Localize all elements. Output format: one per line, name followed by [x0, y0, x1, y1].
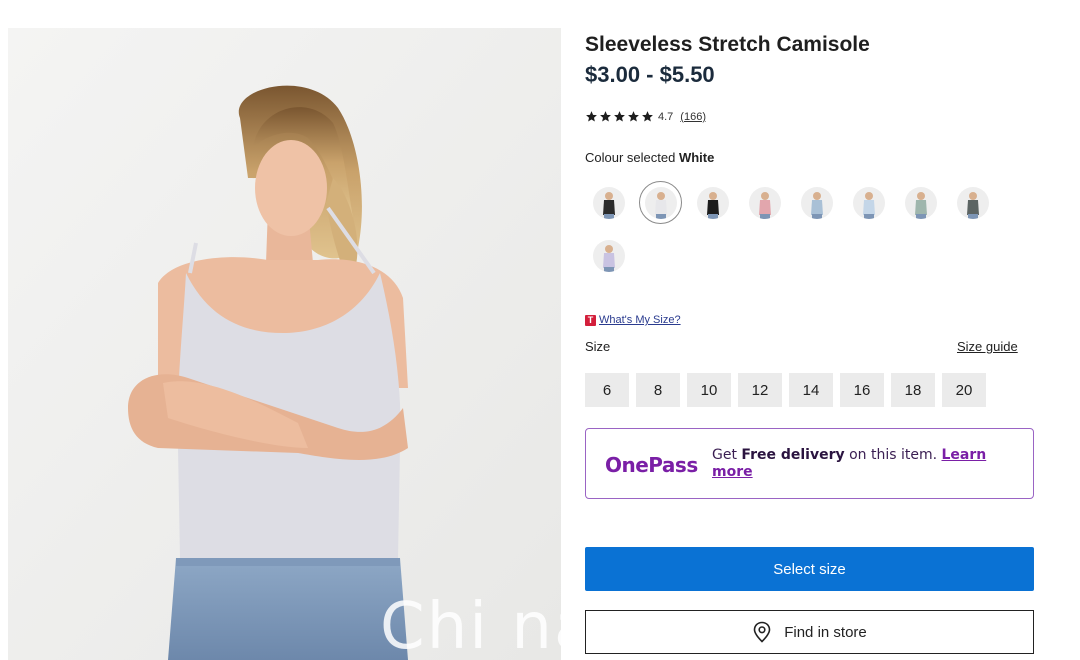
colour-label: Colour selected — [585, 150, 676, 165]
star-icon — [600, 111, 611, 122]
swatch-thumbnail — [748, 186, 781, 219]
watermark-text: Chi na — [380, 590, 596, 660]
colour-swatch-lilac[interactable] — [587, 234, 630, 277]
swatch-thumbnail — [800, 186, 833, 219]
size-options: 6 8 10 12 14 16 18 20 — [585, 373, 986, 407]
colour-swatch-pale-blue[interactable] — [847, 181, 890, 224]
size-option-8[interactable]: 8 — [636, 373, 680, 407]
rating-value: 4.7 — [658, 110, 674, 123]
product-details: Sleeveless Stretch Camisole $3.00 - $5.5… — [585, 0, 1035, 660]
model-illustration — [8, 28, 561, 660]
size-option-14[interactable]: 14 — [789, 373, 833, 407]
size-option-18[interactable]: 18 — [891, 373, 935, 407]
product-title: Sleeveless Stretch Camisole — [585, 33, 870, 56]
onepass-message: Get Free delivery on this item. Learn mo… — [712, 447, 1012, 481]
size-option-10[interactable]: 10 — [687, 373, 731, 407]
colour-swatch-sage[interactable] — [899, 181, 942, 224]
select-size-button[interactable]: Select size — [585, 547, 1034, 591]
swatch-thumbnail — [852, 186, 885, 219]
size-option-20[interactable]: 20 — [942, 373, 986, 407]
size-label: Size — [585, 339, 611, 354]
colour-swatch-white[interactable] — [639, 181, 682, 224]
onepass-text-bold: Free delivery — [741, 447, 845, 463]
colour-swatch-pink[interactable] — [743, 181, 786, 224]
location-pin-icon — [753, 621, 771, 643]
rating-row: 4.7 (166) — [585, 110, 706, 123]
swatch-thumbnail — [904, 186, 937, 219]
size-option-12[interactable]: 12 — [738, 373, 782, 407]
truefit-logo-icon: T — [585, 314, 596, 326]
swatch-thumbnail — [592, 239, 625, 272]
onepass-text-after: on this item. — [849, 447, 938, 463]
star-icon — [586, 111, 597, 122]
swatch-thumbnail — [956, 186, 989, 219]
colour-swatch-black[interactable] — [691, 181, 734, 224]
size-option-16[interactable]: 16 — [840, 373, 884, 407]
product-price: $3.00 - $5.50 — [585, 62, 715, 87]
star-icon — [614, 111, 625, 122]
colour-swatch-charcoal[interactable] — [951, 181, 994, 224]
colour-swatch-black-print[interactable] — [587, 181, 630, 224]
onepass-logo: OnePass — [605, 453, 698, 477]
size-guide-link[interactable]: Size guide — [957, 339, 1018, 354]
colour-swatch-light-blue[interactable] — [795, 181, 838, 224]
select-size-label: Select size — [773, 560, 846, 578]
swatch-thumbnail — [592, 186, 625, 219]
onepass-text-before: Get — [712, 447, 737, 463]
product-image[interactable] — [8, 28, 561, 660]
colour-selected-label: Colour selected White — [585, 150, 714, 165]
star-icon — [642, 111, 653, 122]
find-in-store-button[interactable]: Find in store — [585, 610, 1034, 654]
star-icon — [628, 111, 639, 122]
swatch-thumbnail — [644, 186, 677, 219]
rating-stars — [585, 110, 654, 123]
whats-my-size-link[interactable]: What's My Size? — [599, 314, 681, 326]
whats-my-size[interactable]: T What's My Size? — [585, 314, 681, 326]
review-count-link[interactable]: (166) — [680, 111, 706, 123]
find-in-store-label: Find in store — [784, 623, 867, 641]
onepass-banner: OnePass Get Free delivery on this item. … — [585, 428, 1034, 499]
swatch-thumbnail — [696, 186, 729, 219]
colour-selected-value: White — [678, 150, 715, 165]
colour-swatches — [587, 181, 1007, 277]
size-option-6[interactable]: 6 — [585, 373, 629, 407]
